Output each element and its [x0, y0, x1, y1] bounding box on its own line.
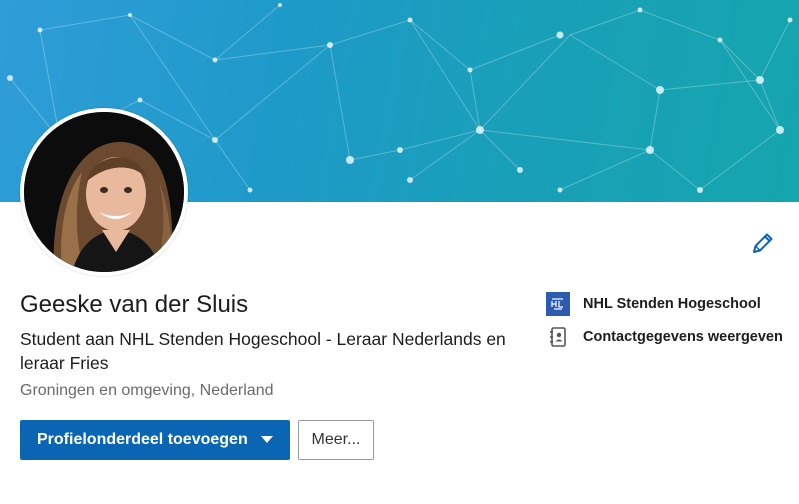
contact-card-icon	[546, 325, 570, 349]
profile-headline: Student aan NHL Stenden Hogeschool - Ler…	[20, 329, 506, 373]
contact-info-label: Contactgegevens weergeven	[583, 329, 783, 345]
profile-photo[interactable]	[20, 108, 188, 276]
caret-down-icon	[261, 436, 273, 443]
edit-profile-button[interactable]	[748, 230, 776, 258]
add-profile-section-label: Profielonderdeel toevoegen	[37, 431, 248, 448]
contact-info-link[interactable]: Contactgegevens weergeven	[546, 325, 783, 349]
school-link[interactable]: NHL Stenden Hogeschool	[546, 292, 761, 316]
profile-name: Geeske van der Sluis	[20, 291, 249, 318]
add-profile-section-button[interactable]: Profielonderdeel toevoegen	[20, 420, 290, 460]
pencil-icon	[753, 233, 773, 253]
school-logo-icon	[546, 292, 570, 316]
more-button[interactable]: Meer...	[298, 420, 374, 460]
avatar-image	[24, 112, 184, 272]
school-name: NHL Stenden Hogeschool	[583, 296, 761, 312]
profile-location: Groningen en omgeving, Nederland	[20, 382, 274, 399]
